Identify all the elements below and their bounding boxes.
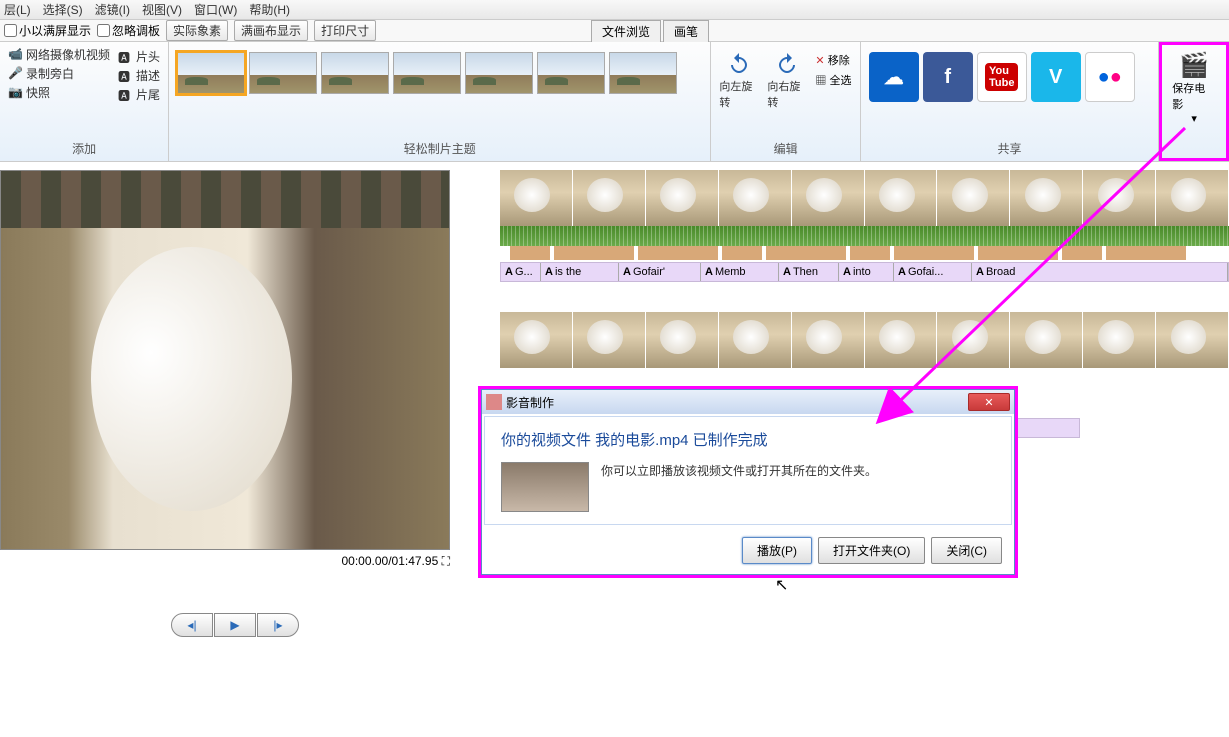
menu-filter[interactable]: 滤镜(I) — [95, 1, 130, 18]
dialog-close-btn[interactable]: 关闭(C) — [931, 537, 1002, 564]
marker-track[interactable] — [500, 246, 1229, 260]
share-onedrive[interactable]: ☁ — [869, 52, 919, 102]
ribbon-edit-label: 编辑 — [719, 136, 851, 161]
dialog-open-folder-button[interactable]: 打开文件夹(O) — [818, 537, 925, 564]
share-vimeo[interactable]: V — [1031, 52, 1081, 102]
ribbon-add-label: 添加 — [8, 136, 160, 161]
share-youtube[interactable]: YouTube — [977, 52, 1027, 102]
app-icon — [486, 394, 502, 410]
tab-file-browse[interactable]: 文件浏览 — [591, 20, 661, 42]
play-icon: ▶ — [230, 618, 239, 632]
add-caption[interactable]: 🅰描述 — [118, 67, 160, 84]
toolbar: 小以满屏显示 忽略调板 实际象素 满画布显示 打印尺寸 文件浏览 画笔 — [0, 20, 1229, 42]
save-movie-icon: 🎬 — [1179, 51, 1209, 80]
prev-frame-button[interactable]: ◂| — [171, 613, 213, 637]
play-button[interactable]: ▶ — [214, 613, 256, 637]
dialog-thumbnail — [501, 462, 589, 512]
menu-layer[interactable]: 层(L) — [4, 1, 31, 18]
video-track-1[interactable] — [500, 170, 1229, 226]
actual-pixels-button[interactable]: 实际象素 — [166, 20, 228, 41]
tab-brush[interactable]: 画笔 — [663, 20, 709, 42]
share-icons: ☁ f YouTube V ●● — [869, 46, 1151, 102]
rotate-right-icon — [773, 52, 801, 76]
next-frame-button[interactable]: |▸ — [257, 613, 299, 637]
time-display: 00:00.00/01:47.95 ⛶ — [0, 550, 470, 573]
dialog-titlebar: 影音制作 ✕ — [482, 390, 1014, 414]
select-all-icon: ▦ — [815, 75, 826, 87]
close-icon: ✕ — [984, 396, 993, 409]
rotate-left-icon — [725, 52, 753, 76]
fit-canvas-button[interactable]: 满画布显示 — [234, 20, 308, 41]
dialog-close-button[interactable]: ✕ — [968, 393, 1010, 411]
add-title[interactable]: 🅰片头 — [118, 48, 160, 65]
export-complete-dialog: 影音制作 ✕ 你的视频文件 我的电影.mp4 已制作完成 你可以立即播放该视频文… — [478, 386, 1018, 578]
share-facebook[interactable]: f — [923, 52, 973, 102]
ribbon-share-label: 共享 — [869, 136, 1151, 161]
dialog-play-button[interactable]: 播放(P) — [742, 537, 812, 564]
expand-icon[interactable]: ⛶ — [442, 554, 450, 568]
menu-select[interactable]: 选择(S) — [43, 1, 83, 18]
ignore-palette-checkbox[interactable]: 忽略调板 — [97, 22, 160, 39]
cursor-icon: ↖ — [775, 575, 788, 595]
preview-frame — [1, 171, 449, 549]
dialog-message: 你可以立即播放该视频文件或打开其所在的文件夹。 — [601, 462, 877, 479]
theme-gallery — [177, 46, 702, 94]
remove-icon: ✕ — [815, 55, 824, 67]
dropdown-icon: ▾ — [1191, 112, 1197, 125]
menu-help[interactable]: 帮助(H) — [249, 1, 290, 18]
menu-window[interactable]: 窗口(W) — [194, 1, 237, 18]
menu-view[interactable]: 视图(V) — [142, 1, 182, 18]
prev-icon: ◂| — [187, 618, 196, 632]
theme-4[interactable] — [393, 52, 461, 94]
text-track[interactable]: A G... A is the A Gofair' A Memb A Then … — [500, 262, 1229, 282]
audio-track[interactable] — [500, 226, 1229, 246]
add-credits[interactable]: 🅰片尾 — [118, 86, 160, 103]
share-flickr[interactable]: ●● — [1085, 52, 1135, 102]
select-all-button[interactable]: ▦ 全选 — [815, 72, 851, 88]
video-preview[interactable] — [0, 170, 450, 550]
print-size-button[interactable]: 打印尺寸 — [314, 20, 376, 41]
rotate-right-button[interactable]: 向右旋转 — [767, 52, 807, 110]
fit-screen-checkbox[interactable]: 小以满屏显示 — [4, 22, 91, 39]
theme-1[interactable] — [177, 52, 245, 94]
remove-button[interactable]: ✕ 移除 — [815, 52, 851, 68]
theme-5[interactable] — [465, 52, 533, 94]
ribbon: 📹网络摄像机视频 🎤录制旁白 📷快照 🅰片头 🅰描述 🅰片尾 添加 轻松制片主题 — [0, 42, 1229, 162]
playback-controls: ◂| ▶ |▸ — [0, 613, 470, 637]
dialog-heading: 你的视频文件 我的电影.mp4 已制作完成 — [501, 429, 995, 450]
next-icon: |▸ — [273, 618, 282, 632]
ribbon-themes-label: 轻松制片主题 — [177, 136, 702, 161]
dialog-title-text: 影音制作 — [506, 394, 554, 411]
theme-2[interactable] — [249, 52, 317, 94]
rotate-left-button[interactable]: 向左旋转 — [719, 52, 759, 110]
theme-7[interactable] — [609, 52, 677, 94]
save-movie-group: 🎬 保存电影 ▾ — [1159, 42, 1229, 161]
preview-pane: 00:00.00/01:47.95 ⛶ ◂| ▶ |▸ — [0, 162, 470, 737]
theme-3[interactable] — [321, 52, 389, 94]
menu-bar: 层(L) 选择(S) 滤镜(I) 视图(V) 窗口(W) 帮助(H) — [0, 0, 1229, 20]
save-movie-button[interactable]: 🎬 保存电影 ▾ — [1172, 51, 1216, 125]
theme-6[interactable] — [537, 52, 605, 94]
video-track-2[interactable] — [500, 312, 1229, 368]
